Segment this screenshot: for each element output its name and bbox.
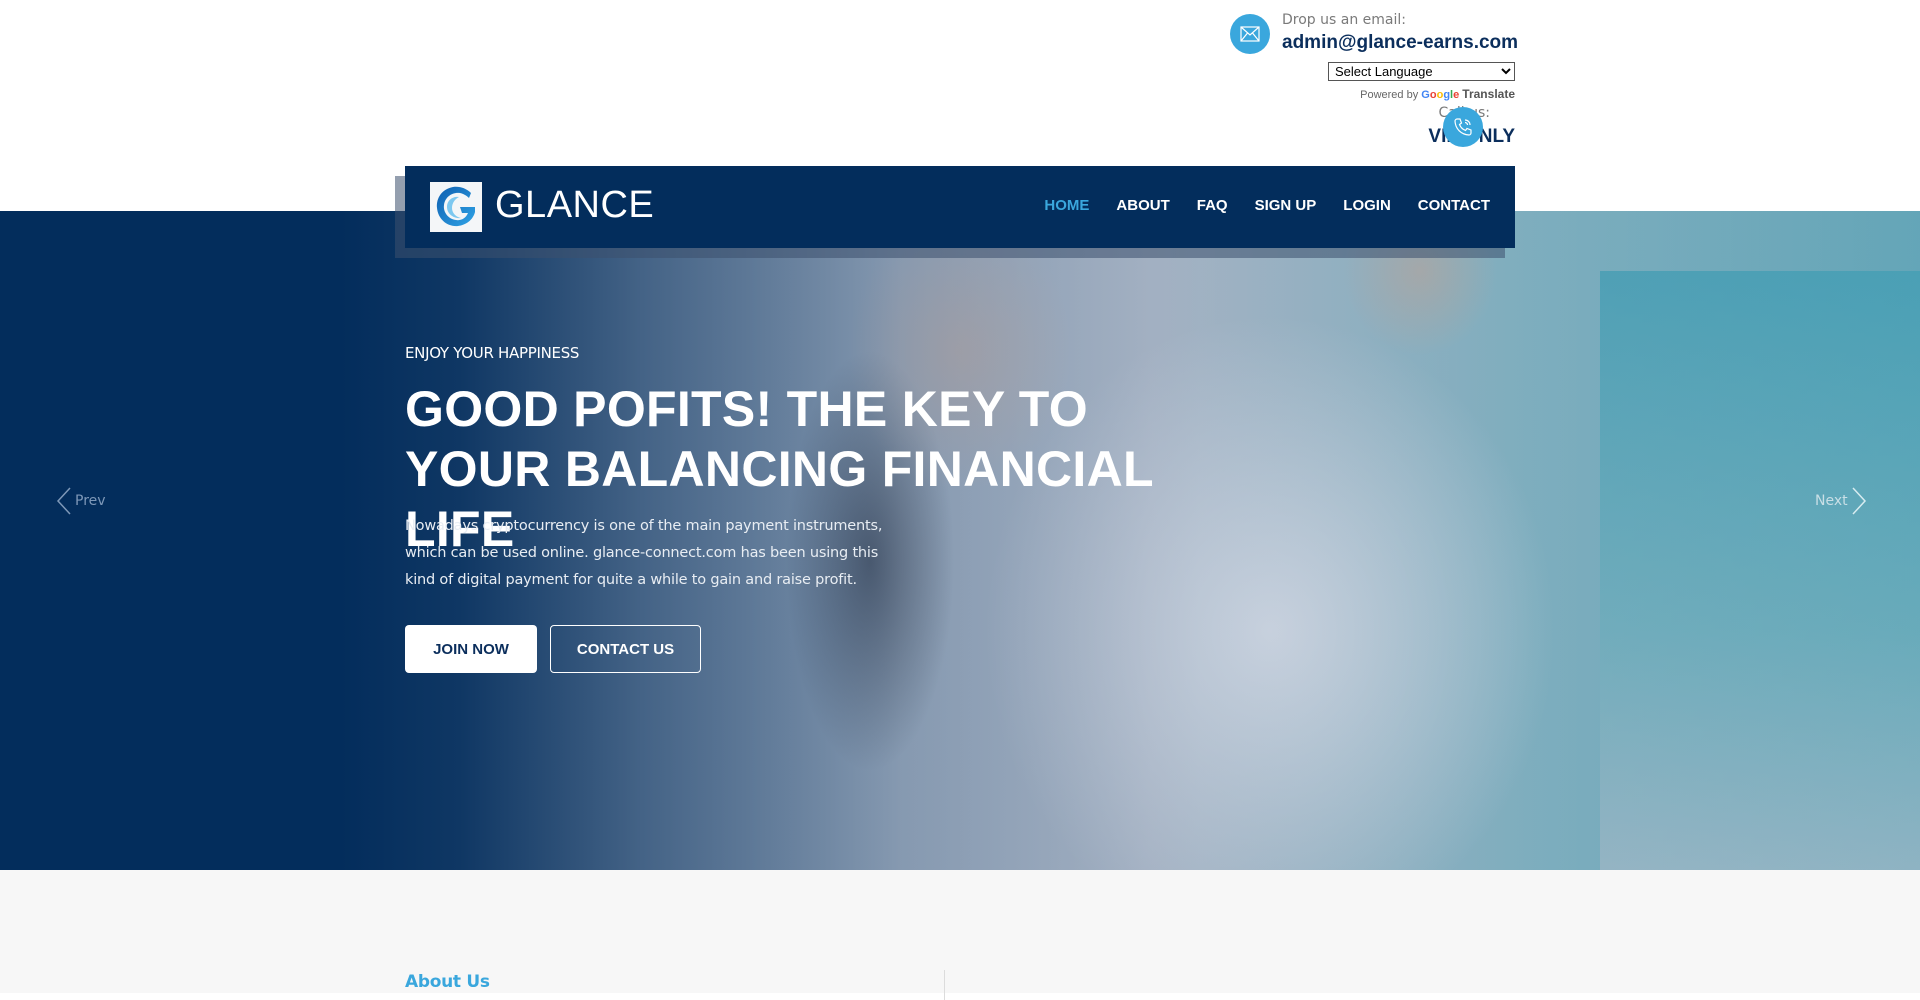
phone-icon: [1443, 107, 1483, 147]
about-title: About Us: [405, 972, 490, 992]
contact-us-button[interactable]: CONTACT US: [550, 625, 701, 673]
nav-sign-up[interactable]: SIGN UP: [1255, 197, 1317, 214]
brand-name: GLANCE: [495, 184, 655, 226]
chevron-right-icon: [1852, 487, 1866, 515]
envelope-icon: [1230, 14, 1270, 54]
nav-login[interactable]: LOGIN: [1343, 197, 1391, 214]
main-nav: GLANCE HOME ABOUT FAQ SIGN UP LOGIN CONT…: [405, 166, 1515, 248]
next-label: Next: [1815, 493, 1848, 509]
about-section: About Us: [0, 870, 1920, 1000]
about-divider: [944, 970, 945, 1000]
hero-slider: Prev Next ENJOY YOUR HAPPINESS GOOD POFI…: [0, 211, 1920, 870]
powered-by-label: Powered by: [1360, 89, 1419, 101]
nav-home[interactable]: HOME: [1044, 197, 1089, 214]
nav-contact[interactable]: CONTACT: [1418, 197, 1490, 214]
nav-about[interactable]: ABOUT: [1116, 197, 1169, 214]
hero-description: Nowadays cryptocurrency is one of the ma…: [405, 518, 883, 588]
prev-label: Prev: [75, 493, 106, 509]
translate-label: Translate: [1462, 87, 1515, 101]
glance-logo-icon: [436, 186, 475, 227]
join-now-button[interactable]: JOIN NOW: [405, 625, 537, 673]
nav-links: HOME ABOUT FAQ SIGN UP LOGIN CONTACT: [1017, 197, 1490, 214]
nav-faq[interactable]: FAQ: [1197, 197, 1228, 214]
logo[interactable]: [430, 182, 482, 232]
slider-prev-button[interactable]: Prev: [55, 486, 106, 516]
slider-next-button[interactable]: Next: [1815, 486, 1868, 516]
email-label: Drop us an email:: [1282, 12, 1406, 28]
language-select[interactable]: Select Language: [1328, 62, 1515, 81]
chevron-left-icon: [56, 487, 71, 515]
google-logo[interactable]: Google: [1421, 89, 1459, 101]
google-translate-attribution: Powered by Google Translate: [1360, 87, 1515, 101]
email-link[interactable]: admin@glance-earns.com: [1282, 32, 1518, 54]
hero-kicker: ENJOY YOUR HAPPINESS: [405, 344, 580, 362]
